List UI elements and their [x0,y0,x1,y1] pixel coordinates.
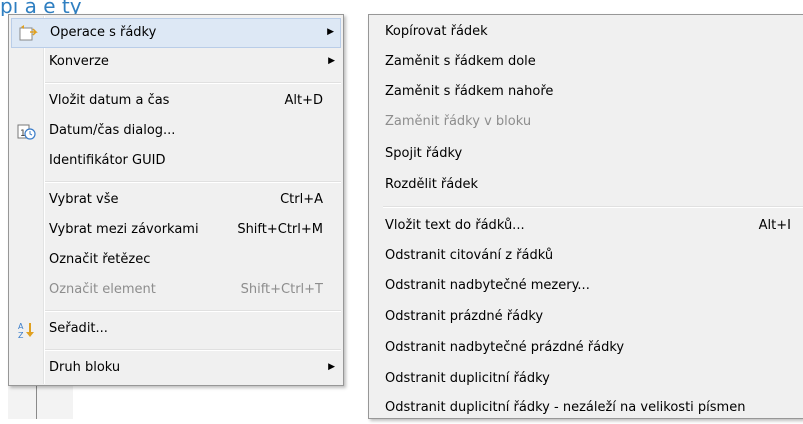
svg-text:A: A [18,322,24,331]
menu-item-row-operations[interactable]: Operace s řádky ▶ [11,18,341,48]
background-divider [36,385,37,419]
menu-item-label: Konverze [49,54,109,69]
submenu-item-label: Odstranit duplicitní řádky [385,371,550,386]
submenu-item-label: Kopírovat řádek [385,24,488,39]
menu-item-sort[interactable]: A Z Seřadit... [11,315,341,345]
submenu-item-label: Zaměnit s řádkem nahoře [385,84,554,99]
menu-item-label: Seřadit... [49,321,108,336]
menu-item-shortcut: Alt+D [284,93,323,108]
submenu-item-remove-duplicates[interactable]: Odstranit duplicitní řádky [371,365,803,395]
submenu-item-label: Zaměnit řádky v bloku [385,114,532,129]
menu-item-label: Identifikátor GUID [49,153,166,168]
menu-item-label: Označit řetězec [49,252,151,267]
submenu-item-label: Odstranit duplicitní řádky - nezáleží na… [385,400,746,415]
menu-item-shortcut: Ctrl+A [280,192,323,207]
submenu-arrow-icon: ▶ [328,362,335,372]
submenu-item-remove-empty-rows[interactable]: Odstranit prázdné řádky [371,303,803,333]
submenu-item-copy-row[interactable]: Kopírovat řádek [371,18,803,48]
menu-separator [45,82,341,84]
menu-item-label: Operace s řádky [50,25,157,40]
menu-item-label: Vložit datum a čas [49,93,170,108]
submenu-item-remove-duplicates-case-insensitive[interactable]: Odstranit duplicitní řádky - nezáleží na… [371,394,803,424]
context-menu: Operace s řádky ▶ Konverze ▶ Vložit datu… [8,14,344,386]
menu-item-label: Vybrat mezi závorkami [49,222,199,237]
row-operations-icon [18,24,38,44]
submenu-item-shortcut: Alt+I [758,218,791,233]
menu-item-label: Označit element [49,282,156,297]
menu-item-label: Vybrat vše [49,192,119,207]
submenu-item-join-rows[interactable]: Spojit řádky [371,140,803,170]
menu-item-shortcut: Shift+Ctrl+T [240,282,323,297]
menu-separator [45,349,341,351]
submenu-item-split-row[interactable]: Rozdělit řádek [371,171,803,201]
submenu-arrow-icon: ▶ [328,56,335,66]
menu-separator [45,310,341,312]
submenu-item-label: Rozdělit řádek [385,177,479,192]
submenu-item-swap-down[interactable]: Zaměnit s řádkem dole [371,48,803,78]
submenu-item-swap-up[interactable]: Zaměnit s řádkem nahoře [371,78,803,108]
menu-item-label: Datum/čas dialog... [49,123,176,138]
submenu-item-label: Zaměnit s řádkem dole [385,54,536,69]
menu-item-guid[interactable]: Identifikátor GUID [11,147,341,177]
submenu-item-insert-text[interactable]: Vložit text do řádků... Alt+I [371,212,803,242]
submenu-item-swap-block[interactable]: Zaměnit řádky v bloku [371,108,803,138]
menu-item-shortcut: Shift+Ctrl+M [237,222,323,237]
menu-item-block-type[interactable]: Druh bloku ▶ [11,354,341,384]
submenu-item-label: Odstranit prázdné řádky [385,309,544,324]
sort-az-icon: A Z [17,320,37,340]
submenu-arrow-icon: ▶ [327,27,334,37]
submenu-item-label: Odstranit citování z řádků [385,248,554,263]
submenu-item-label: Odstranit nadbytečné mezery... [385,278,590,293]
menu-item-select-between-brackets[interactable]: Vybrat mezi závorkami Shift+Ctrl+M [11,216,341,246]
menu-item-insert-datetime[interactable]: Vložit datum a čas Alt+D [11,87,341,117]
submenu-separator [383,206,803,208]
submenu-item-remove-extra-empty-rows[interactable]: Odstranit nadbytečné prázdné řádky [371,334,803,364]
submenu-item-remove-quoting[interactable]: Odstranit citování z řádků [371,242,803,272]
submenu-item-label: Odstranit nadbytečné prázdné řádky [385,340,625,355]
menu-item-select-string[interactable]: Označit řetězec [11,246,341,276]
row-operations-submenu: Kopírovat řádek Zaměnit s řádkem dole Za… [368,14,803,419]
calendar-clock-icon: 1 [17,122,37,142]
submenu-item-label: Spojit řádky [385,146,463,161]
submenu-item-remove-extra-spaces[interactable]: Odstranit nadbytečné mezery... [371,272,803,302]
menu-item-datetime-dialog[interactable]: 1 Datum/čas dialog... [11,117,341,147]
submenu-item-label: Vložit text do řádků... [385,218,525,233]
menu-item-select-all[interactable]: Vybrat vše Ctrl+A [11,186,341,216]
menu-item-select-element[interactable]: Označit element Shift+Ctrl+T [11,276,341,306]
menu-item-conversion[interactable]: Konverze ▶ [11,48,341,78]
menu-item-label: Druh bloku [49,360,121,375]
menu-separator [45,181,341,183]
svg-text:Z: Z [18,331,24,340]
